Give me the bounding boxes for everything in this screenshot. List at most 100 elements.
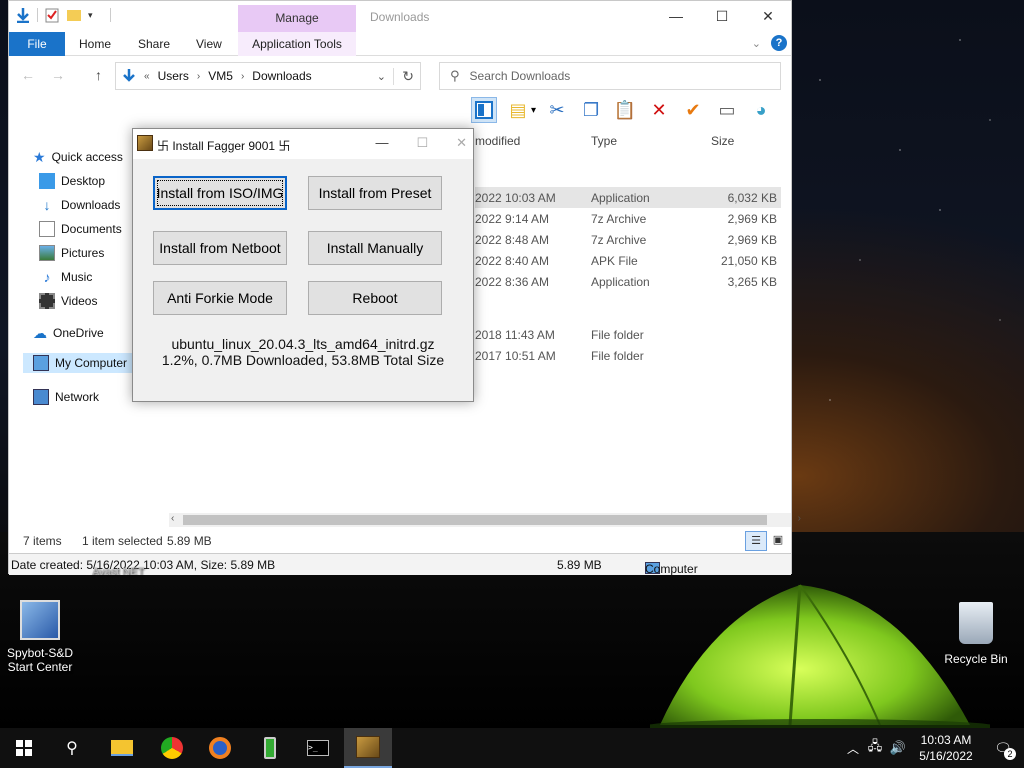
tab-view[interactable]: View bbox=[196, 32, 222, 56]
shell-icon[interactable]: ◕ bbox=[748, 97, 774, 123]
breadcrumb-vm5[interactable]: VM5 bbox=[208, 69, 233, 83]
breadcrumb-separator-icon[interactable]: › bbox=[241, 71, 244, 82]
explorer-titlebar[interactable]: ▾ Manage Downloads — ☐ ✕ bbox=[9, 1, 791, 32]
cut-scissors-icon[interactable]: ✂ bbox=[544, 97, 570, 123]
sidebar-item-videos[interactable]: Videos bbox=[39, 291, 97, 311]
sidebar-item-documents[interactable]: Documents bbox=[39, 219, 122, 239]
column-header-type[interactable]: Type bbox=[591, 134, 617, 148]
maximize-icon[interactable]: ☐ bbox=[416, 135, 428, 151]
search-input[interactable]: Search Downloads bbox=[470, 69, 571, 83]
horizontal-scrollbar[interactable]: ‹ › bbox=[169, 513, 801, 527]
delete-x-icon[interactable]: ✕ bbox=[646, 97, 672, 123]
taskbar-avast-browser[interactable] bbox=[196, 728, 244, 768]
network-icon[interactable]: 🖧 bbox=[864, 737, 886, 759]
sidebar-item-downloads[interactable]: ↓ Downloads bbox=[39, 195, 121, 215]
chevron-down-icon[interactable]: ▾ bbox=[88, 7, 104, 23]
sidebar-item-label: Music bbox=[61, 270, 93, 284]
taskbar-file-explorer[interactable] bbox=[98, 728, 146, 768]
manage-tab[interactable]: Manage bbox=[238, 5, 356, 32]
dialog-titlebar[interactable]: 卐 Install Fagger 9001 卐 — ☐ ✕ bbox=[133, 129, 473, 159]
reboot-button[interactable]: Reboot bbox=[308, 281, 442, 315]
sidebar-item-my-computer[interactable]: My Computer bbox=[23, 353, 133, 373]
notifications-icon[interactable]: 🗨 2 bbox=[982, 740, 1024, 760]
minimize-icon[interactable]: — bbox=[653, 1, 699, 32]
properties-icon[interactable] bbox=[44, 7, 60, 23]
search-box[interactable]: ⚲ Search Downloads bbox=[439, 62, 781, 90]
tab-application-tools[interactable]: Application Tools bbox=[238, 32, 356, 56]
help-icon[interactable]: ? bbox=[771, 35, 787, 51]
copy-icon[interactable]: ❐ bbox=[578, 97, 604, 123]
taskbar-chrome[interactable] bbox=[148, 728, 196, 768]
breadcrumb-users[interactable]: Users bbox=[158, 69, 189, 83]
column-header-modified[interactable]: modified bbox=[475, 134, 520, 148]
table-row[interactable]: 2017 10:51 AM File folder bbox=[475, 345, 781, 366]
refresh-icon[interactable]: ↻ bbox=[393, 67, 414, 85]
checkmark-icon[interactable]: ✔ bbox=[680, 97, 706, 123]
taskbar-terminal[interactable]: >_ bbox=[294, 728, 342, 768]
install-preset-button[interactable]: Install from Preset bbox=[308, 176, 442, 210]
scroll-left-icon[interactable]: ‹ bbox=[171, 513, 174, 524]
row-modified: 2022 10:03 AM bbox=[475, 191, 556, 205]
column-header-size[interactable]: Size bbox=[711, 134, 734, 148]
desktop-icon-avast-label[interactable]: Avast NET bbox=[88, 566, 148, 578]
table-row[interactable]: 2022 10:03 AM Application 6,032 KB bbox=[475, 187, 781, 208]
large-icons-view-icon[interactable]: ▣ bbox=[769, 531, 787, 551]
taskbar-phone-app[interactable] bbox=[246, 728, 294, 768]
scrollbar-thumb[interactable] bbox=[183, 515, 767, 525]
table-row[interactable]: 2018 11:43 AM File folder bbox=[475, 324, 781, 345]
desktop-icon-recycle-bin[interactable]: Recycle Bin bbox=[940, 602, 1012, 666]
minimize-icon[interactable]: — bbox=[375, 135, 388, 151]
row-type: 7z Archive bbox=[591, 212, 647, 226]
sidebar-item-onedrive[interactable]: ☁ OneDrive bbox=[33, 323, 104, 343]
address-dropdown-icon[interactable]: ⌄ bbox=[377, 70, 386, 83]
download-filename: ubuntu_linux_20.04.3_lts_amd64_initrd.gz bbox=[171, 336, 435, 352]
new-folder-icon[interactable] bbox=[66, 7, 82, 23]
breadcrumb-overflow-icon[interactable]: « bbox=[144, 71, 150, 82]
desktop-icon-spybot[interactable]: Spybot-S&D Start Center bbox=[4, 600, 76, 674]
volume-icon[interactable]: 🔊 bbox=[886, 740, 910, 756]
cloud-icon: ☁ bbox=[33, 324, 47, 341]
table-row[interactable]: 2022 8:40 AM APK File 21,050 KB bbox=[475, 250, 781, 271]
tab-share[interactable]: Share bbox=[138, 32, 170, 56]
taskbar-search[interactable]: ⚲ bbox=[48, 728, 96, 768]
details-view-icon[interactable]: ☰ bbox=[745, 531, 767, 551]
install-netboot-button[interactable]: Install from Netboot bbox=[153, 231, 287, 265]
preview-pane-icon[interactable] bbox=[471, 97, 497, 123]
scroll-right-icon[interactable]: › bbox=[798, 513, 801, 524]
clock[interactable]: 10:03 AM 5/16/2022 bbox=[910, 732, 982, 764]
install-iso-button[interactable]: Install from ISO/IMG bbox=[153, 176, 287, 210]
table-row[interactable]: 2022 8:48 AM 7z Archive 2,969 KB bbox=[475, 229, 781, 250]
paste-icon[interactable]: 📋 bbox=[612, 97, 638, 123]
rename-icon[interactable]: ▭ bbox=[714, 97, 740, 123]
breadcrumb-downloads[interactable]: Downloads bbox=[252, 69, 311, 83]
avast-browser-icon bbox=[209, 737, 231, 759]
anti-forkie-button[interactable]: Anti Forkie Mode bbox=[153, 281, 287, 315]
sidebar-item-pictures[interactable]: Pictures bbox=[39, 243, 104, 263]
install-manually-button[interactable]: Install Manually bbox=[308, 231, 442, 265]
row-type: File folder bbox=[591, 328, 644, 342]
table-row[interactable]: 2022 8:36 AM Application 3,265 KB bbox=[475, 271, 781, 292]
start-button[interactable] bbox=[0, 728, 48, 768]
tab-file[interactable]: File bbox=[9, 32, 65, 56]
table-row[interactable]: 2022 9:14 AM 7z Archive 2,969 KB bbox=[475, 208, 781, 229]
download-arrow-icon[interactable] bbox=[15, 7, 31, 23]
up-arrow-icon[interactable]: ↑ bbox=[95, 67, 102, 83]
sidebar-item-music[interactable]: ♪ Music bbox=[39, 267, 93, 287]
edit-folder-icon[interactable]: ▤ bbox=[505, 97, 531, 123]
expand-ribbon-icon[interactable]: ⌄ bbox=[752, 37, 761, 50]
address-bar[interactable]: « Users › VM5 › Downloads ⌄ ↻ bbox=[115, 62, 421, 90]
sidebar-item-quick-access[interactable]: ★ Quick access bbox=[33, 147, 123, 167]
taskbar-installer[interactable] bbox=[344, 728, 392, 768]
dropdown-arrow-icon[interactable]: ▾ bbox=[531, 105, 536, 116]
sidebar-item-network[interactable]: Network bbox=[33, 387, 99, 407]
forward-arrow-icon[interactable]: → bbox=[51, 67, 65, 83]
chevron-up-icon[interactable]: ︿ bbox=[842, 740, 864, 757]
sidebar-item-desktop[interactable]: Desktop bbox=[39, 171, 105, 191]
back-arrow-icon[interactable]: ← bbox=[21, 67, 35, 83]
close-icon[interactable]: ✕ bbox=[745, 1, 791, 32]
installer-dialog[interactable]: 卐 Install Fagger 9001 卐 — ☐ ✕ Install fr… bbox=[132, 128, 474, 402]
tab-home[interactable]: Home bbox=[79, 32, 111, 56]
breadcrumb-separator-icon[interactable]: › bbox=[197, 71, 200, 82]
maximize-icon[interactable]: ☐ bbox=[699, 1, 745, 32]
close-icon[interactable]: ✕ bbox=[456, 135, 467, 151]
